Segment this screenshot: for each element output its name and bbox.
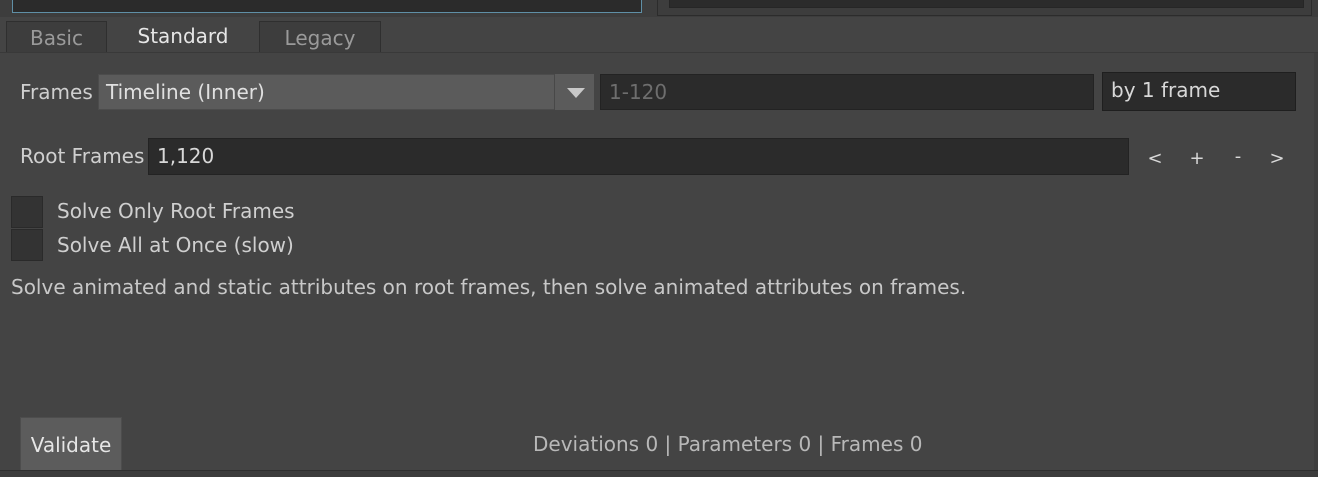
root-frames-label: Root Frames [20,144,145,168]
root-frames-next-button[interactable]: > [1262,144,1292,174]
tab-bar: Basic Standard Legacy [0,19,1318,53]
root-frames-remove-button[interactable]: - [1223,142,1253,172]
frames-mode-dropdown-button[interactable] [554,74,594,110]
solver-panel: Basic Standard Legacy Frames Timeline (I… [0,0,1318,477]
bottom-edge [0,470,1318,477]
solve-all-at-once-checkbox[interactable] [11,229,43,261]
root-frames-add-button[interactable]: + [1182,144,1212,174]
tab-legacy[interactable]: Legacy [259,21,381,52]
tab-basic[interactable]: Basic [6,21,107,52]
root-frames-prev-button[interactable]: < [1140,144,1170,174]
top-right-inner-field[interactable] [669,0,1304,8]
root-frames-input[interactable]: 1,120 [148,138,1129,175]
solve-only-root-frames-checkbox[interactable] [11,196,43,228]
frames-mode-combo[interactable]: Timeline (Inner) [98,74,556,110]
frames-step-field[interactable]: by 1 frame [1102,72,1296,111]
tab-divider [0,52,1318,53]
solver-description: Solve animated and static attributes on … [11,275,967,299]
chevron-down-icon [567,88,585,98]
solver-status: Deviations 0 | Parameters 0 | Frames 0 [533,432,923,456]
validate-button[interactable]: Validate [20,417,122,471]
frames-label: Frames [20,80,93,104]
frames-range-field[interactable]: 1-120 [600,74,1094,110]
tab-standard[interactable]: Standard [108,19,258,53]
solve-all-at-once-label[interactable]: Solve All at Once (slow) [57,233,294,257]
right-edge [1314,53,1318,470]
solve-only-root-frames-label[interactable]: Solve Only Root Frames [57,199,295,223]
top-left-field[interactable] [12,0,642,13]
